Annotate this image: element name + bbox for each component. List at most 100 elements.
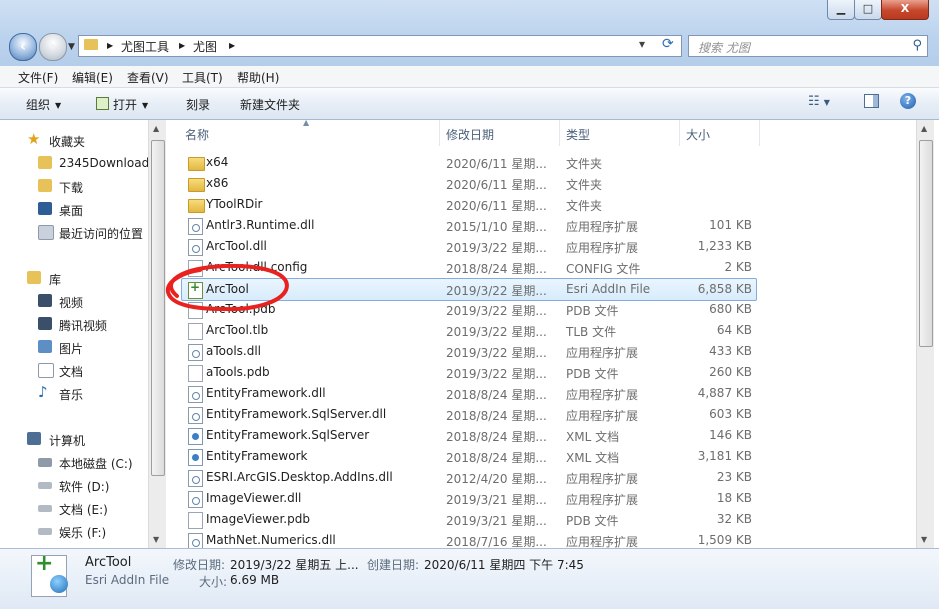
address-dropdown-icon[interactable]: ▾ xyxy=(639,37,645,51)
desktop-icon xyxy=(38,202,52,215)
breadcrumb-separator[interactable]: ▶ xyxy=(179,41,185,50)
column-header-type[interactable]: 类型 xyxy=(560,120,680,146)
sidebar-computer[interactable]: 计算机 xyxy=(0,429,148,449)
breadcrumb-item[interactable]: 尤图工具 xyxy=(121,38,169,55)
column-header-name[interactable]: ▲ 名称 xyxy=(166,120,440,146)
doc-icon xyxy=(188,302,203,319)
table-row[interactable]: YToolRDir 2020/6/11 星期... 文件夹 xyxy=(182,194,756,215)
file-size: 101 KB xyxy=(709,218,752,232)
menu-edit[interactable]: 编辑(E) xyxy=(72,69,113,86)
sidebar-libraries[interactable]: 库 xyxy=(0,268,148,288)
preview-pane-icon[interactable] xyxy=(864,94,879,108)
breadcrumb-separator[interactable]: ▶ xyxy=(107,41,113,50)
table-row[interactable]: ArcTool.tlb 2019/3/22 星期... TLB 文件 64 KB xyxy=(182,320,756,341)
sidebar-item-music[interactable]: ♪ 音乐 xyxy=(0,383,148,403)
burn-button[interactable]: 刻录 xyxy=(186,96,210,113)
search-icon[interactable]: ⚲ xyxy=(912,38,922,53)
sidebar-item-recent-places[interactable]: 最近访问的位置 xyxy=(0,222,148,242)
file-type: XML 文档 xyxy=(566,430,620,444)
sidebar-item-label: 下载 xyxy=(59,181,84,195)
file-type: 应用程序扩展 xyxy=(566,409,639,423)
file-name: Antlr3.Runtime.dll xyxy=(206,218,315,232)
breadcrumb-item[interactable]: 尤图 xyxy=(193,38,217,55)
table-row[interactable]: ImageViewer.dll 2019/3/21 星期... 应用程序扩展 18 K… xyxy=(182,488,756,509)
open-button[interactable]: 打开 ▼ xyxy=(96,96,148,113)
table-row[interactable]: ArcTool.dll 2019/3/22 星期... 应用程序扩展 1,233 KB xyxy=(182,236,756,257)
sidebar-item-desktop[interactable]: 桌面 xyxy=(0,199,148,219)
sidebar-item-drive-e[interactable]: 文档 (E:) xyxy=(0,498,148,518)
scroll-down-icon[interactable]: ▼ xyxy=(921,535,927,544)
sidebar-item-drive-d[interactable]: 软件 (D:) xyxy=(0,475,148,495)
sidebar-favorites[interactable]: ★ 收藏夹 xyxy=(0,130,148,150)
dll-icon xyxy=(188,533,203,548)
sidebar-item-documents[interactable]: 文档 xyxy=(0,360,148,380)
folder-icon xyxy=(38,156,52,169)
column-header-size[interactable]: 大小 xyxy=(680,120,760,146)
menu-file[interactable]: 文件(F) xyxy=(18,69,58,86)
search-input[interactable]: 搜索 尤图 ⚲ xyxy=(688,35,928,57)
file-name: ArcTool.pdb xyxy=(206,302,276,316)
file-list-scrollbar[interactable]: ▲ ▼ xyxy=(916,120,934,548)
file-date: 2018/8/24 星期... xyxy=(446,430,547,444)
scroll-down-icon[interactable]: ▼ xyxy=(153,535,159,544)
forward-arrow-icon[interactable]: › xyxy=(39,33,67,61)
table-row[interactable]: ArcTool.pdb 2019/3/22 星期... PDB 文件 680 KB xyxy=(182,299,756,320)
table-row[interactable]: EntityFramework 2018/8/24 星期... XML 文档 3,18… xyxy=(182,446,756,467)
navigation-scrollbar[interactable]: ▲ ▼ xyxy=(148,120,166,548)
table-row[interactable]: EntityFramework.SqlServer 2018/8/24 星期...… xyxy=(182,425,756,446)
table-row-selected[interactable]: ArcTool 2019/3/22 星期... Esri AddIn File 6,8… xyxy=(181,278,757,301)
sidebar-item-drive-f[interactable]: 娱乐 (F:) xyxy=(0,521,148,541)
file-type: PDB 文件 xyxy=(566,367,619,381)
address-bar[interactable]: ▶ 尤图工具 ▶ 尤图 ▶ ▾ ⟳ xyxy=(78,35,682,57)
recent-pages-dropdown-icon[interactable]: ▼ xyxy=(68,42,75,52)
drive-icon xyxy=(38,482,52,489)
scrollbar-thumb[interactable] xyxy=(151,140,165,476)
open-label: 打开 xyxy=(113,98,138,112)
new-folder-button[interactable]: 新建文件夹 xyxy=(240,96,300,113)
dll-icon xyxy=(188,386,203,403)
table-row[interactable]: aTools.dll 2019/3/22 星期... 应用程序扩展 433 KB xyxy=(182,341,756,362)
minimize-button[interactable]: ▁ xyxy=(827,0,855,20)
file-type: 应用程序扩展 xyxy=(566,346,639,360)
sidebar-item-downloads[interactable]: 下载 xyxy=(0,176,148,196)
sidebar-item-label: 娱乐 (F:) xyxy=(59,526,107,540)
menu-view[interactable]: 查看(V) xyxy=(127,69,169,86)
table-row[interactable]: x86 2020/6/11 星期... 文件夹 xyxy=(182,173,756,194)
table-row[interactable]: MathNet.Numerics.dll 2018/7/16 星期... 应用程序扩… xyxy=(182,530,756,548)
menu-tools[interactable]: 工具(T) xyxy=(182,69,223,86)
table-row[interactable]: EntityFramework.SqlServer.dll 2018/8/24 星… xyxy=(182,404,756,425)
help-icon[interactable]: ? xyxy=(900,93,916,109)
navigation-pane: ★ 收藏夹 2345Downloads 下载 桌面 最近访问的位置 库 视频 腾… xyxy=(0,120,148,548)
table-row[interactable]: ESRI.ArcGIS.Desktop.AddIns.dll 2012/4/20 … xyxy=(182,467,756,488)
xml-icon xyxy=(188,449,203,466)
organize-button[interactable]: 组织 ▼ xyxy=(26,96,61,113)
table-row[interactable]: ArcTool.dll.config 2018/8/24 星期... CONFIG … xyxy=(182,257,756,278)
sidebar-item-2345downloads[interactable]: 2345Downloads xyxy=(0,153,148,173)
dll-icon xyxy=(188,239,203,256)
table-row[interactable]: ImageViewer.pdb 2019/3/21 星期... PDB 文件 32 K… xyxy=(182,509,756,530)
column-header-date[interactable]: 修改日期 xyxy=(440,120,560,146)
computer-icon xyxy=(27,432,41,445)
sidebar-item-drive-c[interactable]: 本地磁盘 (C:) xyxy=(0,452,148,472)
refresh-icon[interactable]: ⟳ xyxy=(662,36,674,52)
sidebar-item-pictures[interactable]: 图片 xyxy=(0,337,148,357)
pictures-library-icon xyxy=(38,340,52,353)
breadcrumb-separator[interactable]: ▶ xyxy=(229,41,235,50)
sidebar-item-videos[interactable]: 视频 xyxy=(0,291,148,311)
sidebar-item-tencent-video[interactable]: 腾讯视频 xyxy=(0,314,148,334)
table-row[interactable]: Antlr3.Runtime.dll 2015/1/10 星期... 应用程序扩展 1… xyxy=(182,215,756,236)
table-row[interactable]: EntityFramework.dll 2018/8/24 星期... 应用程序扩展… xyxy=(182,383,756,404)
file-size: 4,887 KB xyxy=(697,386,752,400)
scroll-up-icon[interactable]: ▲ xyxy=(153,124,159,133)
menu-help[interactable]: 帮助(H) xyxy=(237,69,279,86)
table-row[interactable]: x64 2020/6/11 星期... 文件夹 xyxy=(182,152,756,173)
scroll-up-icon[interactable]: ▲ xyxy=(921,124,927,133)
maximize-button[interactable]: □ xyxy=(854,0,882,20)
view-options-icon[interactable]: ☷ ▼ xyxy=(808,94,830,109)
plus-icon: + xyxy=(35,551,54,576)
documents-library-icon xyxy=(38,363,54,378)
close-button[interactable]: X xyxy=(881,0,929,20)
scrollbar-thumb[interactable] xyxy=(919,140,933,347)
back-arrow-icon[interactable]: ‹ xyxy=(9,33,37,61)
table-row[interactable]: aTools.pdb 2019/3/22 星期... PDB 文件 260 KB xyxy=(182,362,756,383)
